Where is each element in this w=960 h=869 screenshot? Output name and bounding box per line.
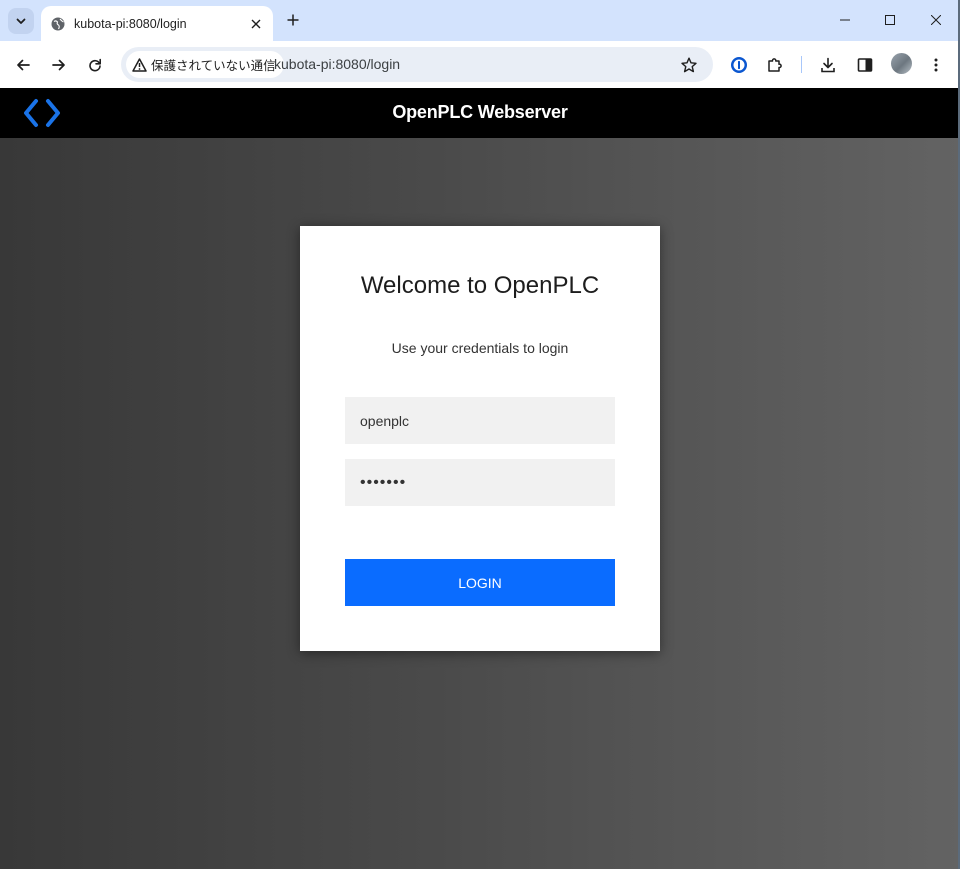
close-icon xyxy=(931,15,941,25)
security-label: 保護されていない通信 xyxy=(151,59,276,73)
tab-search-button[interactable] xyxy=(8,8,34,34)
more-vertical-icon xyxy=(934,58,938,72)
chevron-down-icon xyxy=(16,18,26,24)
side-panel-icon xyxy=(857,58,873,72)
downloads-button[interactable] xyxy=(815,52,841,78)
login-button[interactable]: LOGIN xyxy=(345,559,615,606)
minimize-button[interactable] xyxy=(831,7,859,33)
username-input[interactable] xyxy=(345,397,615,444)
reload-icon xyxy=(89,58,101,72)
active-tab[interactable]: kubota-pi:8080/login xyxy=(41,6,273,41)
profile-avatar[interactable] xyxy=(891,53,912,74)
page-background: Welcome to OpenPLC Use your credentials … xyxy=(0,138,960,869)
tab-strip: kubota-pi:8080/login xyxy=(0,0,960,41)
puzzle-icon xyxy=(768,58,782,72)
new-tab-button[interactable] xyxy=(283,10,303,30)
maximize-icon xyxy=(885,15,895,25)
extensions-button[interactable] xyxy=(762,52,788,78)
globe-icon xyxy=(51,17,65,31)
app-header: OpenPLC Webserver xyxy=(0,88,960,138)
password-manager-button[interactable] xyxy=(726,52,752,78)
side-panel-button[interactable] xyxy=(852,52,878,78)
back-button[interactable] xyxy=(10,52,36,78)
download-icon xyxy=(821,57,835,73)
password-input[interactable] xyxy=(345,459,615,506)
close-window-button[interactable] xyxy=(922,7,950,33)
security-chip[interactable]: 保護されていない通信 xyxy=(126,51,284,78)
address-bar[interactable]: 保護されていない通信 kubota-pi:8080/login xyxy=(121,47,713,82)
chrome-menu-button[interactable] xyxy=(923,52,949,78)
page-viewport: OpenPLC Webserver Welcome to OpenPLC Use… xyxy=(0,88,960,869)
toolbar-separator xyxy=(801,56,802,73)
tab-title: kubota-pi:8080/login xyxy=(74,16,187,31)
browser-toolbar: 保護されていない通信 kubota-pi:8080/login xyxy=(0,41,960,88)
bookmark-button[interactable] xyxy=(677,53,701,77)
forward-arrow-icon xyxy=(52,59,65,71)
password-manager-icon xyxy=(731,57,747,73)
warning-icon xyxy=(132,57,147,72)
url-text[interactable]: kubota-pi:8080/login xyxy=(274,56,400,72)
maximize-button[interactable] xyxy=(876,7,904,33)
plus-icon xyxy=(287,14,299,26)
back-arrow-icon xyxy=(17,59,30,71)
forward-button[interactable] xyxy=(46,52,72,78)
close-tab-icon[interactable] xyxy=(247,15,265,33)
app-title: OpenPLC Webserver xyxy=(392,102,568,122)
login-card: Welcome to OpenPLC Use your credentials … xyxy=(300,226,660,651)
minimize-icon xyxy=(840,19,850,21)
reload-button[interactable] xyxy=(82,52,108,78)
star-icon xyxy=(681,57,697,73)
welcome-heading: Welcome to OpenPLC xyxy=(360,272,600,299)
login-subtitle: Use your credentials to login xyxy=(391,340,569,356)
